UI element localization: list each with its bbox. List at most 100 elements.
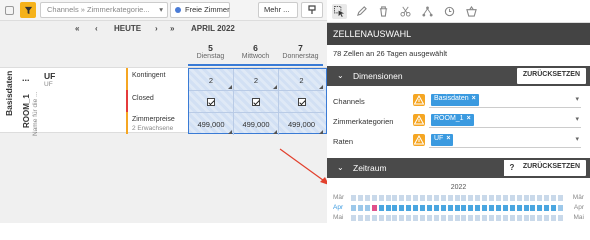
calendar-day-square[interactable] <box>544 215 550 221</box>
day-header[interactable]: 7 Donnerstag <box>278 37 323 66</box>
calendar-day-square[interactable] <box>440 195 446 201</box>
calendar-day-square[interactable] <box>426 215 432 221</box>
calendar-day-square[interactable] <box>406 195 412 201</box>
day-header[interactable]: 6 Mittwoch <box>233 37 278 66</box>
filter-button[interactable] <box>20 2 36 18</box>
kontingent-cell[interactable]: 2 <box>234 69 279 91</box>
calendar-day-square[interactable] <box>530 205 536 211</box>
calendar-day-square[interactable] <box>371 195 377 201</box>
calendar-day-square[interactable] <box>544 205 550 211</box>
calendar-day-square[interactable] <box>495 215 501 221</box>
chevron-down-icon[interactable]: ⌄ <box>337 71 344 80</box>
history-tool-button[interactable] <box>442 4 457 19</box>
calendar-day-square[interactable] <box>413 215 419 221</box>
calendar-day-square[interactable] <box>357 205 363 211</box>
tag-remove-icon[interactable]: × <box>446 135 450 142</box>
calendar-day-square[interactable] <box>399 195 405 201</box>
calendar-day-square[interactable] <box>385 195 391 201</box>
calendar-day-square[interactable] <box>433 205 439 211</box>
calendar-day-square[interactable] <box>357 215 363 221</box>
channel-filter-select[interactable]: Channels » Zimmerkategorie... ▾ <box>40 2 168 18</box>
calendar-day-square[interactable] <box>509 215 515 221</box>
tag-remove-icon[interactable]: × <box>467 115 471 122</box>
calendar-day-square[interactable] <box>495 195 501 201</box>
calendar-day-square[interactable] <box>516 195 522 201</box>
calendar-day-square[interactable] <box>406 215 412 221</box>
calendar-day-square[interactable] <box>530 215 536 221</box>
today-button[interactable]: HEUTE <box>114 24 141 33</box>
calendar-day-square[interactable] <box>468 195 474 201</box>
calendar-day-square[interactable] <box>447 195 453 201</box>
calendar-day-square[interactable] <box>447 205 453 211</box>
calendar-day-square[interactable] <box>537 205 543 211</box>
closed-cell[interactable] <box>279 91 324 113</box>
calendar-day-square[interactable] <box>420 195 425 201</box>
calendar-day-square[interactable] <box>420 215 425 221</box>
chevron-down-icon[interactable]: ▾ <box>575 135 579 143</box>
calendar-day-square[interactable] <box>516 205 522 211</box>
price-cell[interactable]: 499,000 <box>234 113 279 135</box>
calendar-day-square[interactable] <box>530 195 536 201</box>
calendar-day-square[interactable] <box>551 195 557 201</box>
edit-tool-button[interactable] <box>354 4 369 19</box>
calendar-day-square[interactable] <box>502 215 508 221</box>
reset-dimensionen-button[interactable]: ZURÜCKSETZEN <box>516 68 586 84</box>
calendar-day-square[interactable] <box>385 215 391 221</box>
pin-button[interactable] <box>301 2 323 18</box>
calendar-day-square[interactable] <box>544 195 550 201</box>
kontingent-cell[interactable]: 2 <box>279 69 324 91</box>
calendar-day-square[interactable] <box>351 215 356 221</box>
calendar-day-square[interactable] <box>502 195 508 201</box>
basket-tool-button[interactable] <box>464 4 479 19</box>
calendar-day-square[interactable] <box>399 205 405 211</box>
calendar-day-square[interactable] <box>495 205 501 211</box>
calendar-day-square[interactable] <box>413 195 419 201</box>
more-button[interactable]: Mehr ... <box>258 2 298 18</box>
calendar-day-square[interactable] <box>378 195 384 201</box>
dimensionen-header[interactable]: ⌄ Dimensionen ZURÜCKSETZEN <box>327 66 590 86</box>
calendar-day-square[interactable] <box>454 205 460 211</box>
calendar-day-square[interactable] <box>509 195 515 201</box>
calendar-day-square[interactable] <box>489 195 494 201</box>
prev-week-button[interactable]: « <box>75 24 79 33</box>
calendar-day-square[interactable] <box>440 215 446 221</box>
calendar-day-square[interactable] <box>502 205 508 211</box>
calendar-day-square[interactable] <box>523 215 529 221</box>
calendar-day-square[interactable] <box>399 215 405 221</box>
chevron-down-icon[interactable]: ▾ <box>575 95 579 103</box>
selected-cell-grid[interactable]: 2 2 2 499,000 499,000 499,000 <box>188 68 327 135</box>
next-day-button[interactable]: › <box>155 24 158 33</box>
settings-icon[interactable] <box>5 6 14 15</box>
channels-multiselect[interactable]: Basisdaten × ▾ <box>429 93 581 108</box>
calendar-day-square[interactable] <box>468 215 474 221</box>
calendar-day-square[interactable] <box>537 215 543 221</box>
calendar-day-square[interactable] <box>378 205 384 211</box>
calendar-day-square[interactable] <box>378 215 384 221</box>
kontingent-cell[interactable]: 2 <box>189 69 234 91</box>
chevron-down-icon[interactable]: ▾ <box>575 115 579 123</box>
calendar-day-square[interactable] <box>364 205 370 211</box>
checkbox-checked-icon[interactable] <box>252 98 260 106</box>
calendar-day-square[interactable] <box>558 215 563 221</box>
calendar-day-square[interactable] <box>489 215 494 221</box>
calendar-day-square[interactable] <box>357 195 363 201</box>
tag-remove-icon[interactable]: × <box>472 95 476 102</box>
calendar-day-square[interactable] <box>461 195 467 201</box>
calendar-day-square[interactable] <box>482 215 488 221</box>
calendar-day-square[interactable] <box>489 205 494 211</box>
calendar-day-square[interactable] <box>371 205 377 211</box>
calendar-day-square[interactable] <box>454 195 460 201</box>
free-rooms-toggle[interactable]: Freie Zimmer <box>170 2 230 18</box>
closed-cell[interactable] <box>234 91 279 113</box>
calendar-day-square[interactable] <box>509 205 515 211</box>
delete-tool-button[interactable] <box>376 4 391 19</box>
calendar-day-square[interactable] <box>523 205 529 211</box>
calendar-day-square[interactable] <box>558 205 563 211</box>
calendar-day-square[interactable] <box>364 215 370 221</box>
calendar-day-square[interactable] <box>461 215 467 221</box>
calendar-day-square[interactable] <box>392 215 398 221</box>
calendar-day-square[interactable] <box>351 195 356 201</box>
next-week-button[interactable]: » <box>170 24 174 33</box>
price-cell[interactable]: 499,000 <box>279 113 324 135</box>
calendar-day-square[interactable] <box>426 205 432 211</box>
